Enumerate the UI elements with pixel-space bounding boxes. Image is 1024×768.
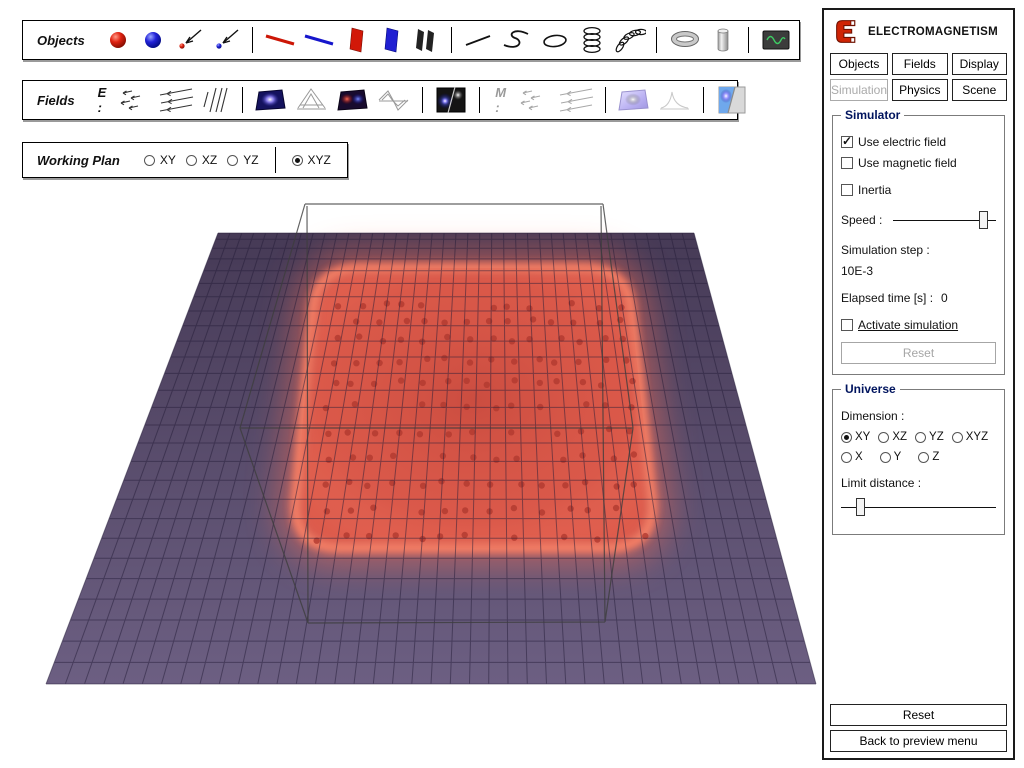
- scene-nav-button[interactable]: Scene: [952, 79, 1007, 101]
- checkbox-indicator: [841, 184, 853, 196]
- elapsed-time-value: 0: [941, 291, 948, 305]
- dimension-xy-radio[interactable]: XY: [841, 431, 870, 443]
- checkbox-indicator: [841, 157, 853, 169]
- dimension-z-radio[interactable]: Z: [918, 451, 939, 463]
- dimension-label: Dimension :: [841, 409, 996, 423]
- radio-indicator: [841, 452, 852, 463]
- magnet-e-logo-icon: [834, 18, 859, 45]
- universe-legend: Universe: [841, 382, 900, 396]
- radio-indicator: [841, 432, 852, 443]
- sidebar-nav: Objects Fields Display Simulation Physic…: [824, 51, 1013, 101]
- radio-indicator: [915, 432, 926, 443]
- radio-label: XYZ: [966, 431, 988, 443]
- simulation-nav-button[interactable]: Simulation: [830, 79, 888, 101]
- radio-indicator: [952, 432, 963, 443]
- checkbox-label: Use electric field: [858, 135, 946, 149]
- simulation-step-value: 10E-3: [841, 264, 996, 278]
- control-sidebar: ELECTROMAGNETISM Objects Fields Display …: [822, 8, 1015, 760]
- use-electric-field-checkbox[interactable]: Use electric field: [841, 135, 996, 149]
- speed-label: Speed :: [841, 213, 893, 227]
- limit-distance-row: [841, 497, 996, 517]
- activate-simulation-checkbox[interactable]: Activate simulation: [841, 318, 996, 332]
- reset-button[interactable]: Reset: [830, 704, 1007, 726]
- simulation-step-label: Simulation step :: [841, 243, 996, 257]
- universe-groupbox: Universe Dimension : XY XZ YZ XYZ: [832, 389, 1005, 535]
- elapsed-time-label: Elapsed time [s] :: [841, 291, 933, 305]
- dimension-y-radio[interactable]: Y: [880, 451, 902, 463]
- elapsed-time-row: Elapsed time [s] : 0: [841, 291, 996, 305]
- sidebar-footer: Reset Back to preview menu: [830, 704, 1007, 752]
- objects-nav-button[interactable]: Objects: [830, 53, 888, 75]
- physics-nav-button[interactable]: Physics: [892, 79, 947, 101]
- simulator-legend: Simulator: [841, 108, 904, 122]
- app-window: Objects: [0, 0, 1024, 768]
- radio-label: XZ: [892, 431, 907, 443]
- checkbox-indicator: [841, 319, 853, 331]
- speed-row: Speed :: [841, 210, 996, 230]
- dimension-xz-radio[interactable]: XZ: [878, 431, 907, 443]
- dimension-x-radio[interactable]: X: [841, 451, 863, 463]
- radio-label: Y: [894, 451, 902, 463]
- dimension-radio-row-2: X Y Z: [841, 451, 996, 463]
- sidebar-header: ELECTROMAGNETISM: [824, 10, 1013, 51]
- radio-indicator: [918, 452, 929, 463]
- limit-distance-label: Limit distance :: [841, 476, 996, 490]
- fields-nav-button[interactable]: Fields: [892, 53, 947, 75]
- simulator-reset-row: Reset: [841, 342, 996, 364]
- potential-surface-3d-view[interactable]: [0, 0, 822, 768]
- checkbox-label: Inertia: [858, 183, 891, 197]
- checkbox-indicator: [841, 136, 853, 148]
- speed-slider[interactable]: [893, 210, 996, 230]
- radio-label: XY: [855, 431, 870, 443]
- inertia-checkbox[interactable]: Inertia: [841, 183, 996, 197]
- dimension-yz-radio[interactable]: YZ: [915, 431, 944, 443]
- radio-indicator: [878, 432, 889, 443]
- speed-slider-thumb[interactable]: [979, 211, 988, 229]
- app-title: ELECTROMAGNETISM: [868, 26, 998, 38]
- radio-label: Z: [932, 451, 939, 463]
- checkbox-label: Activate simulation: [858, 318, 958, 332]
- back-to-preview-menu-button[interactable]: Back to preview menu: [830, 730, 1007, 752]
- dimension-radio-row-1: XY XZ YZ XYZ: [841, 431, 996, 443]
- radio-label: YZ: [929, 431, 944, 443]
- radio-indicator: [880, 452, 891, 463]
- simulator-groupbox: Simulator Use electric field Use magneti…: [832, 115, 1005, 375]
- checkbox-label: Use magnetic field: [858, 156, 957, 170]
- dimension-xyz-radio[interactable]: XYZ: [952, 431, 988, 443]
- display-nav-button[interactable]: Display: [952, 53, 1007, 75]
- limit-distance-slider[interactable]: [841, 497, 996, 517]
- use-magnetic-field-checkbox[interactable]: Use magnetic field: [841, 156, 996, 170]
- limit-distance-slider-thumb[interactable]: [856, 498, 865, 516]
- radio-label: X: [855, 451, 863, 463]
- simulator-reset-button[interactable]: Reset: [841, 342, 996, 364]
